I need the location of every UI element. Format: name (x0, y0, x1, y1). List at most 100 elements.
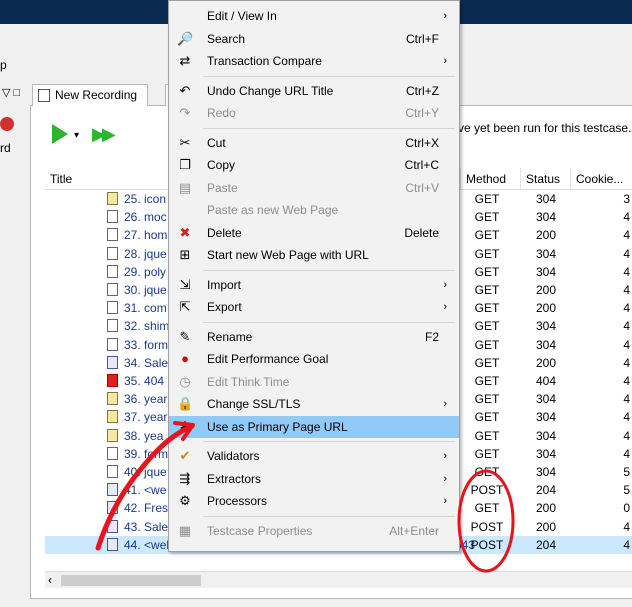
menu-item-label: Cut (207, 135, 226, 150)
row-method: GET (474, 501, 500, 516)
submenu-arrow-icon: › (443, 55, 447, 67)
delete-icon: ✖ (179, 224, 191, 240)
undo-icon: ↶ (179, 82, 191, 98)
row-status: 200 (535, 283, 557, 297)
row-title: 40. jque (124, 465, 167, 479)
menu-item-label: Extractors (207, 471, 262, 486)
menu-item-start-new-web-page-with-url[interactable]: ⊞ Start new Web Page with URL (169, 244, 459, 266)
row-status: 200 (535, 301, 557, 316)
none-icon (177, 9, 193, 23)
row-status: 304 (535, 410, 557, 425)
row-method: GET (474, 465, 500, 479)
page-item-icon (107, 428, 118, 442)
panel-controls-icon[interactable]: ▽ □ (2, 86, 20, 99)
chevron-left-icon[interactable]: ‹ (48, 573, 52, 587)
row-method: GET (474, 355, 500, 370)
row-method: GET (474, 337, 500, 352)
column-cookies[interactable]: Cookie... (571, 168, 632, 190)
row-title: 37. year (124, 410, 168, 425)
row-method: GET (474, 374, 500, 388)
menu-fragment[interactable]: p (0, 58, 7, 72)
menu-item-label: Edit Performance Goal (207, 352, 329, 366)
scrollbar-thumb[interactable] (61, 575, 201, 586)
row-status: 304 (535, 428, 557, 443)
menu-item-processors[interactable]: ⚙ Processors › (169, 490, 459, 512)
row-method: POST (470, 537, 504, 552)
row-method: POST (470, 519, 504, 534)
menu-item-copy[interactable]: ❐ Copy Ctrl+C (169, 154, 459, 176)
compare-icon: ⇄ (179, 53, 191, 68)
menu-item-rename[interactable]: ✎ Rename F2 (169, 326, 459, 348)
row-title: 28. jque (124, 246, 167, 261)
row-status: 404 (535, 374, 557, 388)
star-icon: ✱ (179, 418, 191, 434)
menu-separator (203, 321, 455, 323)
menu-item-shortcut: Ctrl+Y (405, 106, 439, 120)
page-item-icon (107, 301, 118, 315)
menu-item-search[interactable]: 🔎 Search Ctrl+F (169, 28, 459, 50)
column-status[interactable]: Status (521, 168, 571, 190)
row-cookies: 4 (623, 264, 630, 279)
menu-item-extractors[interactable]: ⇶ Extractors › (169, 468, 459, 490)
context-menu: Edit / View In › 🔎 Search Ctrl+F ⇄ Transaction… (168, 0, 460, 552)
page-item-icon (107, 319, 118, 333)
row-method: GET (474, 392, 500, 407)
tab-label: New Recording (55, 88, 138, 102)
menu-item-validators[interactable]: ✔ Validators › (169, 445, 459, 467)
menu-item-edit-view-in[interactable]: Edit / View In › (169, 5, 459, 27)
menu-item-edit-performance-goal[interactable]: ● Edit Performance Goal (169, 348, 459, 370)
row-title: 25. icon (124, 192, 167, 206)
menu-item-transaction-compare[interactable]: ⇄ Transaction Compare › (169, 50, 459, 72)
menu-item-label: Processors (207, 494, 268, 508)
menu-item-export[interactable]: ⇱ Export › (169, 296, 459, 318)
menu-item-import[interactable]: ⇲ Import › (169, 274, 459, 296)
tab-new-recording[interactable]: New Recording (32, 84, 149, 106)
menu-item-cut[interactable]: ✂ Cut Ctrl+X (169, 132, 459, 154)
menu-item-label: Export (207, 300, 242, 314)
chevron-down-icon[interactable]: ▾ (74, 130, 79, 141)
menu-item-edit-think-time[interactable]: ◷ Edit Think Time (169, 371, 459, 393)
menu-item-redo[interactable]: ↷ Redo Ctrl+Y (169, 102, 459, 124)
menu-item-undo-change-url-title[interactable]: ↶ Undo Change URL Title Ctrl+Z (169, 80, 459, 102)
row-cookies: 0 (623, 501, 630, 516)
submenu-arrow-icon: › (443, 10, 447, 22)
menu-item-shortcut: Ctrl+Z (406, 83, 439, 98)
submenu-arrow-icon: › (443, 278, 447, 291)
column-method[interactable]: Method (461, 168, 521, 190)
row-title: 31. com (124, 301, 167, 316)
play-icon[interactable] (52, 124, 68, 144)
horizontal-scrollbar[interactable]: ‹ (45, 571, 632, 588)
menu-item-use-as-primary-page-url[interactable]: ✱ Use as Primary Page URL (169, 415, 459, 438)
page-item-icon (107, 246, 118, 260)
record-icon[interactable] (0, 117, 14, 131)
menu-separator (203, 269, 455, 271)
submenu-arrow-icon: › (443, 450, 447, 462)
search-icon: 🔎 (177, 30, 194, 46)
row-cookies: 4 (623, 319, 630, 334)
row-method: GET (474, 410, 500, 425)
menu-separator (203, 75, 455, 77)
new-page-icon: ⊞ (179, 247, 191, 262)
menu-item-change-ssl-tls[interactable]: 🔒 Change SSL/TLS › (169, 393, 459, 415)
page-item-icon (107, 465, 118, 478)
menu-item-label: Validators (207, 449, 260, 463)
submenu-arrow-icon: › (443, 301, 447, 313)
copy-icon: ❐ (179, 157, 191, 172)
menu-separator (203, 441, 455, 442)
row-cookies: 4 (623, 228, 630, 243)
row-title: 29. poly (124, 264, 167, 279)
menu-item-label: Redo (207, 106, 236, 120)
row-title: 41. <we (124, 483, 167, 498)
page-item-icon (107, 264, 118, 278)
fast-forward-icon[interactable]: ▶▶ (92, 124, 116, 145)
menu-item-delete[interactable]: ✖ Delete Delete (169, 222, 459, 244)
menu-item-testcase-properties[interactable]: ▦ Testcase Properties Alt+Enter (169, 520, 459, 542)
menu-separator (203, 515, 455, 517)
row-status: 304 (535, 319, 557, 334)
row-cookies: 3 (623, 192, 630, 206)
menu-item-paste-as-new-web-page[interactable]: Paste as new Web Page (169, 199, 459, 221)
row-status: 204 (535, 483, 557, 498)
menu-item-label: Transaction Compare (207, 54, 322, 68)
row-method: GET (474, 210, 500, 225)
menu-item-paste[interactable]: ▤ Paste Ctrl+V (169, 177, 459, 199)
